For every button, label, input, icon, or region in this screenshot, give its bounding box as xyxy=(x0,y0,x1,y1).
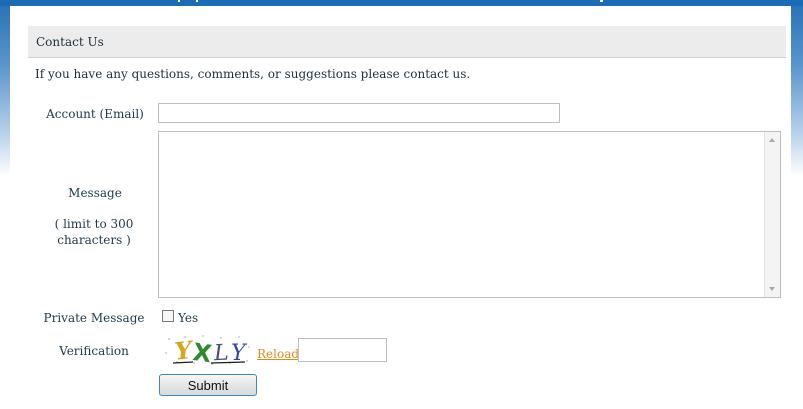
section-header: Contact Us xyxy=(28,26,786,58)
message-label: Message xyxy=(68,186,122,200)
intro-text: If you have any questions, comments, or … xyxy=(35,67,471,81)
captcha-image: Y X L Y xyxy=(165,335,250,367)
left-frame-shadow xyxy=(0,6,10,176)
verification-code-input[interactable] xyxy=(298,338,387,362)
submit-button[interactable]: Submit xyxy=(159,374,257,396)
svg-text:X: X xyxy=(191,338,214,367)
private-message-checkbox[interactable] xyxy=(162,310,174,322)
account-label: Account (Email) xyxy=(46,107,144,121)
right-frame-shadow xyxy=(791,6,803,176)
account-email-input[interactable] xyxy=(158,103,560,123)
verification-label: Verification xyxy=(59,344,129,358)
captcha-reload-link[interactable]: Reload xyxy=(257,347,299,361)
private-message-yes-label: Yes xyxy=(178,311,199,325)
message-textarea[interactable] xyxy=(158,131,781,298)
message-scrollbar[interactable] xyxy=(764,132,780,297)
scroll-up-arrow-icon[interactable] xyxy=(769,138,775,142)
message-limit-hint: ( limit to 300 characters ) xyxy=(54,217,134,247)
private-message-label: Private Message xyxy=(43,311,145,325)
page-title: Contact Us xyxy=(36,35,104,49)
scroll-down-arrow-icon[interactable] xyxy=(769,287,775,291)
